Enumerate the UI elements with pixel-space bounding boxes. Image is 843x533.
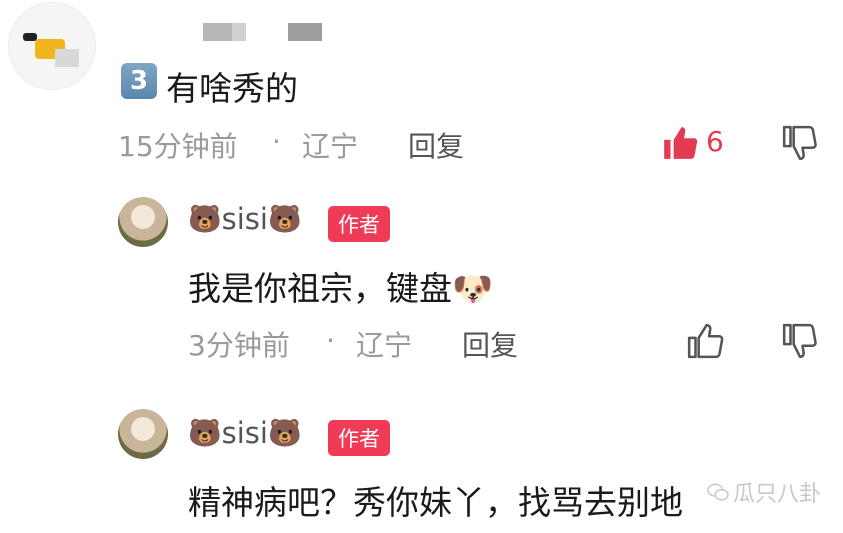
thumbs-up-icon[interactable] bbox=[686, 322, 724, 360]
watermark: 瓜只八卦 bbox=[707, 476, 821, 508]
bear-emoji: 🐻 bbox=[267, 204, 302, 235]
username-text: sisi bbox=[221, 416, 268, 450]
thumbs-up-icon[interactable] bbox=[661, 124, 699, 162]
thumbs-down-icon[interactable] bbox=[781, 124, 819, 162]
commenter-avatar[interactable] bbox=[8, 2, 96, 90]
meta-separator: · bbox=[272, 125, 281, 158]
reply-username[interactable]: 🐻 sisi 🐻 bbox=[188, 202, 302, 236]
reply-username[interactable]: 🐻 sisi 🐻 bbox=[188, 416, 302, 450]
author-avatar[interactable] bbox=[118, 409, 168, 459]
comment-time: 15分钟前 bbox=[118, 130, 238, 163]
author-avatar[interactable] bbox=[118, 197, 168, 247]
username-text: sisi bbox=[221, 202, 268, 236]
dog-emoji: 🐶 bbox=[452, 269, 494, 308]
rank-badge: 3 bbox=[121, 63, 157, 99]
blurred-username-part bbox=[232, 23, 246, 41]
bear-emoji: 🐻 bbox=[188, 204, 222, 235]
like-count: 6 bbox=[706, 125, 724, 158]
thumbs-down-icon[interactable] bbox=[781, 322, 819, 360]
bear-emoji: 🐻 bbox=[267, 418, 302, 449]
reply-text: 我是你祖宗，键盘🐶 bbox=[188, 262, 493, 310]
reply-text-body: 我是你祖宗，键盘 bbox=[188, 269, 452, 308]
author-badge: 作者 bbox=[328, 206, 390, 242]
reply-button[interactable]: 回复 bbox=[462, 324, 518, 364]
author-badge: 作者 bbox=[328, 420, 390, 456]
comment-location: 辽宁 bbox=[302, 130, 359, 163]
reply-text: 精神病吧？秀你妹丫，找骂去别地 bbox=[188, 483, 683, 522]
reply-time: 3分钟前 bbox=[188, 329, 290, 362]
wechat-icon bbox=[707, 483, 729, 501]
meta-separator: · bbox=[326, 324, 335, 357]
reply-button[interactable]: 回复 bbox=[408, 125, 464, 165]
bear-emoji: 🐻 bbox=[188, 418, 222, 449]
comment-text: 有啥秀的 bbox=[166, 69, 298, 108]
watermark-text: 瓜只八卦 bbox=[732, 482, 821, 507]
blurred-username-2 bbox=[288, 23, 322, 41]
reply-location: 辽宁 bbox=[356, 329, 413, 362]
